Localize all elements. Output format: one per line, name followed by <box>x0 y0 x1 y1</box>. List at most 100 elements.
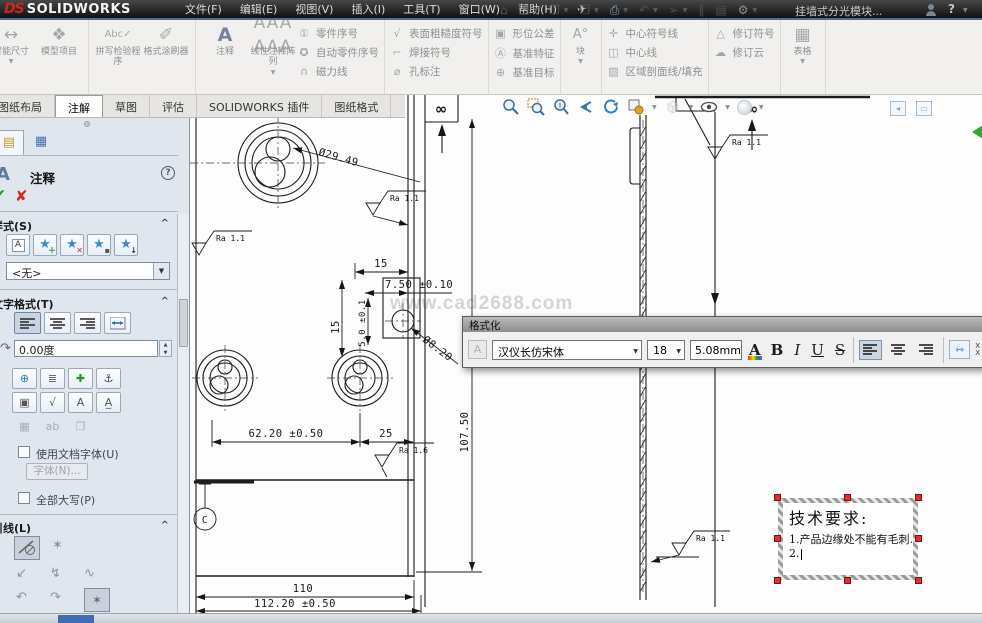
arc-right-leader-button[interactable]: ↷ <box>50 590 61 605</box>
login-person-icon[interactable] <box>925 4 937 16</box>
add-symbol-button[interactable]: ✚ <box>68 368 93 389</box>
no-leader-button[interactable] <box>14 536 40 560</box>
smart-dimension-button[interactable]: ↔ 智能尺寸 ▼ <box>0 23 35 66</box>
datum-feature-button[interactable]: Ⓐ基准特征 <box>494 45 555 61</box>
tables-button[interactable]: ▦ 表格 ▼ <box>786 23 820 66</box>
spell-check-button[interactable]: √ <box>40 392 65 413</box>
bold-button[interactable]: B <box>768 341 787 359</box>
font-name-caret-icon[interactable]: ▼ <box>633 348 638 355</box>
surface-finish-button[interactable]: √表面粗糙度符号 <box>390 26 483 41</box>
handle-top-left[interactable] <box>774 494 781 501</box>
balloon-button[interactable]: ①零件序号 <box>297 26 379 41</box>
dim-25[interactable]: 25 <box>379 428 393 440</box>
revision-symbol-button[interactable]: △修订符号 <box>714 26 775 41</box>
ra-label-5[interactable]: Ra 1.1 <box>696 534 725 543</box>
zoom-to-fit-icon[interactable] <box>502 98 520 116</box>
style-collapse-icon[interactable]: ^ <box>161 218 169 229</box>
font-color-button[interactable]: A <box>747 341 763 359</box>
home-icon[interactable]: ⌂ <box>500 3 508 17</box>
dim-15-h[interactable]: 15 <box>374 258 388 270</box>
open-icon[interactable]: ❐ <box>549 3 560 17</box>
menu-window[interactable]: 窗口(W) <box>459 1 500 17</box>
open-caret-icon[interactable]: ▼ <box>564 7 569 14</box>
file-properties-icon[interactable]: ▤ <box>715 3 726 17</box>
display-style-caret-icon[interactable]: ▼ <box>759 104 764 111</box>
use-doc-font-checkbox[interactable] <box>18 446 30 458</box>
formatting-toolbar-title[interactable]: 格式化 <box>463 317 982 332</box>
insert-hyperlink-button[interactable]: ⊕ <box>12 368 37 389</box>
ra-label-2[interactable]: Ra 1.1 <box>390 194 419 203</box>
font-button[interactable]: 字体(N)... <box>26 463 88 480</box>
font-height-field[interactable]: 5.08mm <box>690 340 742 360</box>
tab-evaluate[interactable]: 评估 <box>150 95 197 117</box>
centerline-button[interactable]: ◫中心线 <box>607 45 703 60</box>
align-center-button[interactable] <box>44 312 71 334</box>
font-size-combo[interactable]: 18 ▼ <box>647 340 685 360</box>
all-caps-checkbox[interactable] <box>18 492 30 504</box>
center-mark-button[interactable]: ✛中心符号线 <box>607 26 703 41</box>
justify-button[interactable] <box>104 312 131 334</box>
spell-checker-button[interactable]: Abc✓ 拼写检验程序 <box>94 23 142 68</box>
help-icon[interactable]: ? <box>948 2 955 16</box>
ft-justify-button[interactable]: ⇿ <box>949 340 970 359</box>
ok-check-icon[interactable]: ✔ <box>0 186 6 206</box>
ra-label-3[interactable]: Ra 1.1 <box>732 138 761 147</box>
lock-anchor-button[interactable]: ⚓ <box>96 368 121 389</box>
panel-splitter-dot[interactable] <box>84 121 90 127</box>
select-icon[interactable]: ➢ <box>669 3 679 17</box>
menu-insert[interactable]: 插入(I) <box>351 1 385 17</box>
panel-scrollbar-thumb[interactable] <box>179 299 188 347</box>
angle-spinner[interactable]: ▲▼ <box>159 340 172 357</box>
linear-note-pattern-button[interactable]: AAAAAA 线性注释阵列 ▼ <box>249 23 297 77</box>
style-dropdown-caret-icon[interactable]: ▼ <box>153 263 169 279</box>
datum-label[interactable]: C <box>202 515 208 526</box>
handle-bottom-left[interactable] <box>774 577 781 584</box>
handle-mid-right[interactable] <box>915 535 922 542</box>
magnetic-line-button[interactable]: ∩磁力线 <box>297 64 379 79</box>
zoom-in-out-icon[interactable] <box>552 98 570 116</box>
zoom-to-area-icon[interactable] <box>527 98 545 116</box>
panel-scrollbar[interactable] <box>177 214 189 615</box>
menu-tools[interactable]: 工具(T) <box>403 1 440 17</box>
leader-collapse-icon[interactable]: ^ <box>161 520 169 531</box>
section-view-icon[interactable] <box>627 98 645 116</box>
hide-show-items-eye-icon[interactable] <box>700 98 718 116</box>
select-caret-icon[interactable]: ▼ <box>683 7 688 14</box>
dim-dia-29-49[interactable]: Ø29.49 <box>317 146 360 169</box>
arc-left-leader-button[interactable]: ↶ <box>16 590 27 605</box>
style-dropdown[interactable]: <无> ▼ <box>6 262 170 280</box>
section-caret-icon[interactable]: ▼ <box>652 104 657 111</box>
straight-leader-button[interactable]: ↙ <box>16 566 27 581</box>
tab-sheet-layout[interactable]: 图纸布局 <box>0 95 55 117</box>
note-text-area[interactable]: 技术要求: 1.产品边缘处不能有毛刺. 2. <box>783 503 913 575</box>
gdt-frame-button[interactable]: ▣ <box>12 392 37 413</box>
auto-leader-button[interactable]: ✶ <box>52 538 63 553</box>
smart-dimension-caret-icon[interactable]: ▼ <box>9 59 14 66</box>
handle-top-center[interactable] <box>844 494 851 501</box>
dim-112-20[interactable]: 112.20 ±0.50 <box>254 598 336 610</box>
print-caret-icon[interactable]: ▼ <box>623 7 628 14</box>
hide-show-caret-icon[interactable]: ▼ <box>725 104 730 111</box>
tables-caret-icon[interactable]: ▼ <box>800 59 805 66</box>
menu-edit[interactable]: 编辑(E) <box>240 1 278 17</box>
border-a-button[interactable]: A <box>68 392 93 413</box>
font-size-caret-icon[interactable]: ▼ <box>676 348 681 355</box>
tab-annotation[interactable]: 注解 <box>55 95 103 117</box>
save-style-button[interactable]: ★▪ <box>87 234 111 256</box>
handle-mid-left[interactable] <box>774 535 781 542</box>
undo-icon[interactable]: ↶ <box>639 3 649 17</box>
redraw-icon[interactable] <box>602 98 620 116</box>
note-edit-box[interactable]: 技术要求: 1.产品边缘处不能有毛刺. 2. <box>778 498 918 580</box>
new-caret-icon[interactable]: ▼ <box>533 7 538 14</box>
save-caret-icon[interactable]: ▼ <box>594 7 599 14</box>
dim-110[interactable]: 110 <box>293 583 313 595</box>
view-orientation-cube-icon[interactable] <box>664 98 682 116</box>
dim-7-50[interactable]: 7.50 ±0.10 <box>385 279 453 291</box>
undo-caret-icon[interactable]: ▼ <box>653 7 658 14</box>
geometric-tolerance-button[interactable]: ▣形位公差 <box>494 26 555 41</box>
panel-help-icon[interactable]: ? <box>161 166 175 180</box>
options-gear-icon[interactable]: ⚙ <box>738 3 749 17</box>
tab-solidworks-addins[interactable]: SOLIDWORKS 插件 <box>197 95 322 117</box>
angle-field[interactable]: 0.00度 <box>14 340 158 357</box>
note-button[interactable]: A 注释 <box>201 23 249 57</box>
